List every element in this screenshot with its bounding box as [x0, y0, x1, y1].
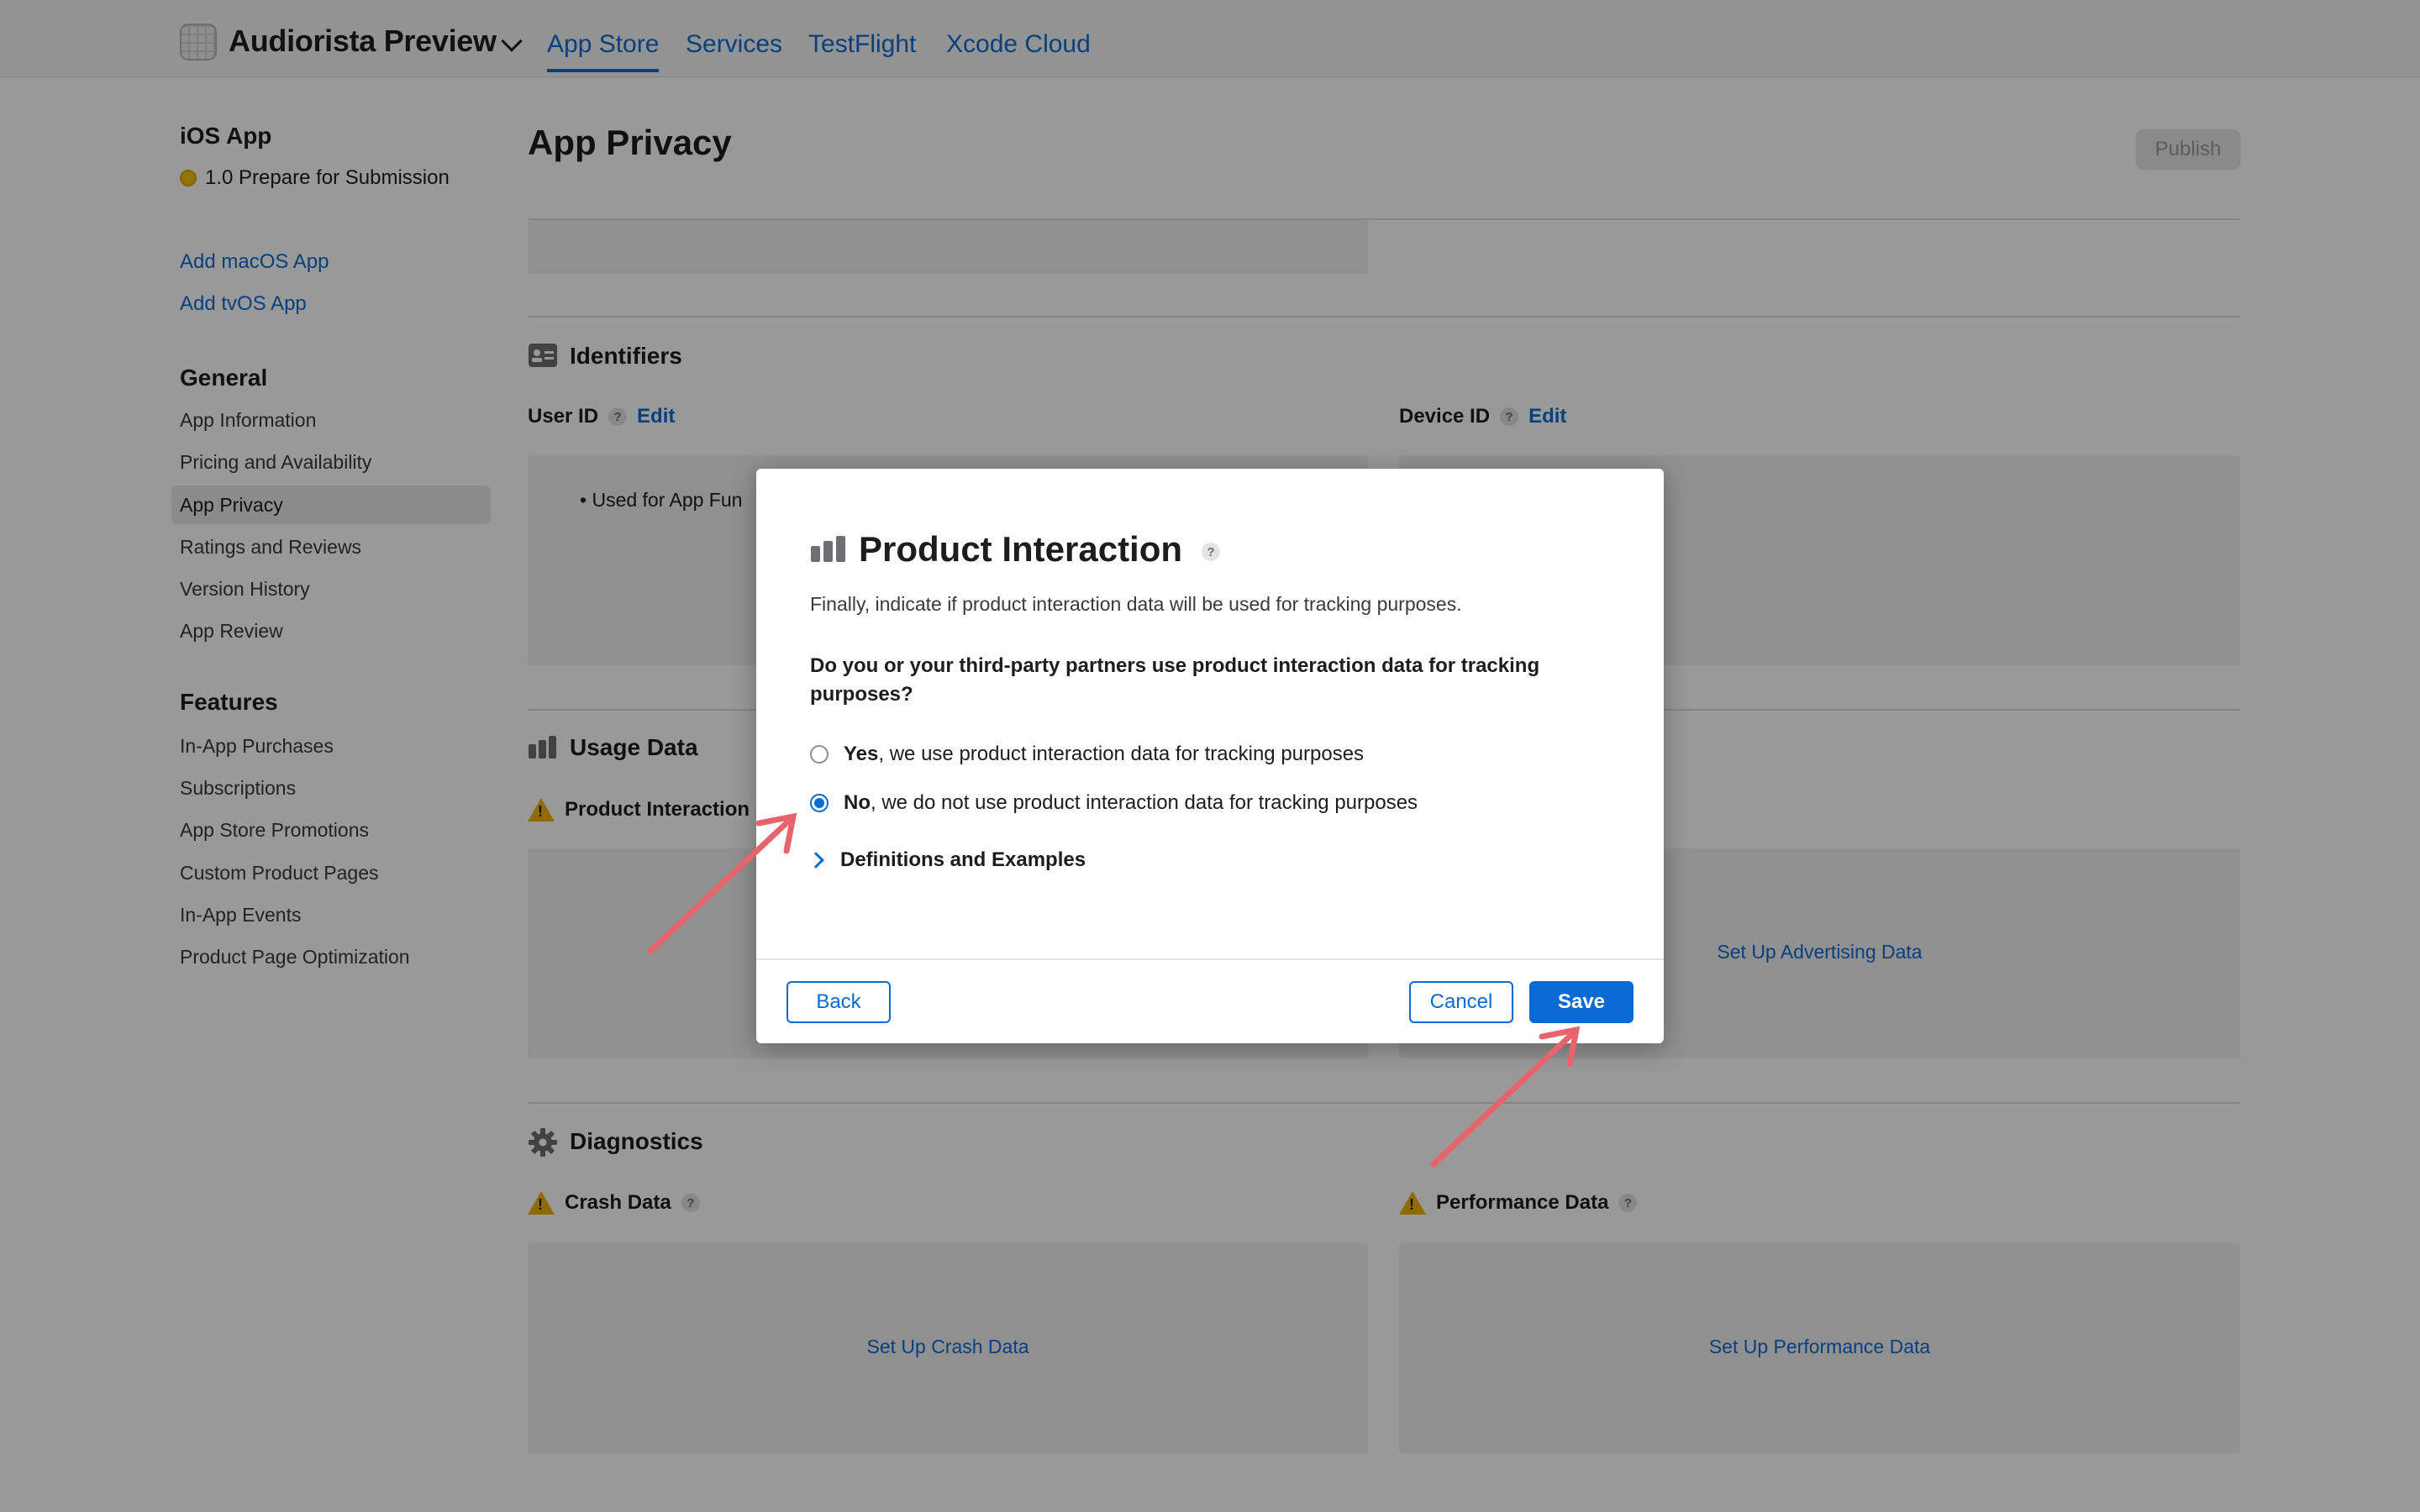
- dialog-subtitle: Finally, indicate if product interaction…: [810, 593, 1462, 615]
- option-no-label: No, we do not use product interaction da…: [844, 791, 1418, 815]
- chevron-right-icon: [808, 852, 824, 869]
- back-button[interactable]: Back: [786, 981, 891, 1023]
- option-no-bold: No: [844, 791, 871, 814]
- option-yes[interactable]: Yes, we use product interaction data for…: [810, 743, 1364, 766]
- dialog-footer-divider: [756, 958, 1664, 960]
- dialog-title: Product Interaction: [859, 529, 1183, 569]
- option-yes-bold: Yes: [844, 743, 879, 765]
- dialog-question: Do you or your third-party partners use …: [810, 654, 1540, 706]
- option-yes-rest: , we use product interaction data for tr…: [878, 743, 1365, 765]
- radio-yes[interactable]: [810, 745, 829, 764]
- option-no[interactable]: No, we do not use product interaction da…: [810, 791, 1418, 815]
- radio-no[interactable]: [810, 794, 829, 812]
- option-yes-label: Yes, we use product interaction data for…: [844, 743, 1364, 766]
- save-button[interactable]: Save: [1529, 981, 1634, 1023]
- cancel-button[interactable]: Cancel: [1409, 981, 1513, 1023]
- definitions-label: Definitions and Examples: [840, 848, 1086, 871]
- bar-chart-icon: [811, 536, 845, 562]
- help-icon[interactable]: ?: [1202, 543, 1220, 561]
- option-no-rest: , we do not use product interaction data…: [871, 791, 1418, 814]
- product-interaction-dialog: Product Interaction ? Finally, indicate …: [756, 469, 1664, 1043]
- definitions-disclosure[interactable]: Definitions and Examples: [808, 848, 1086, 872]
